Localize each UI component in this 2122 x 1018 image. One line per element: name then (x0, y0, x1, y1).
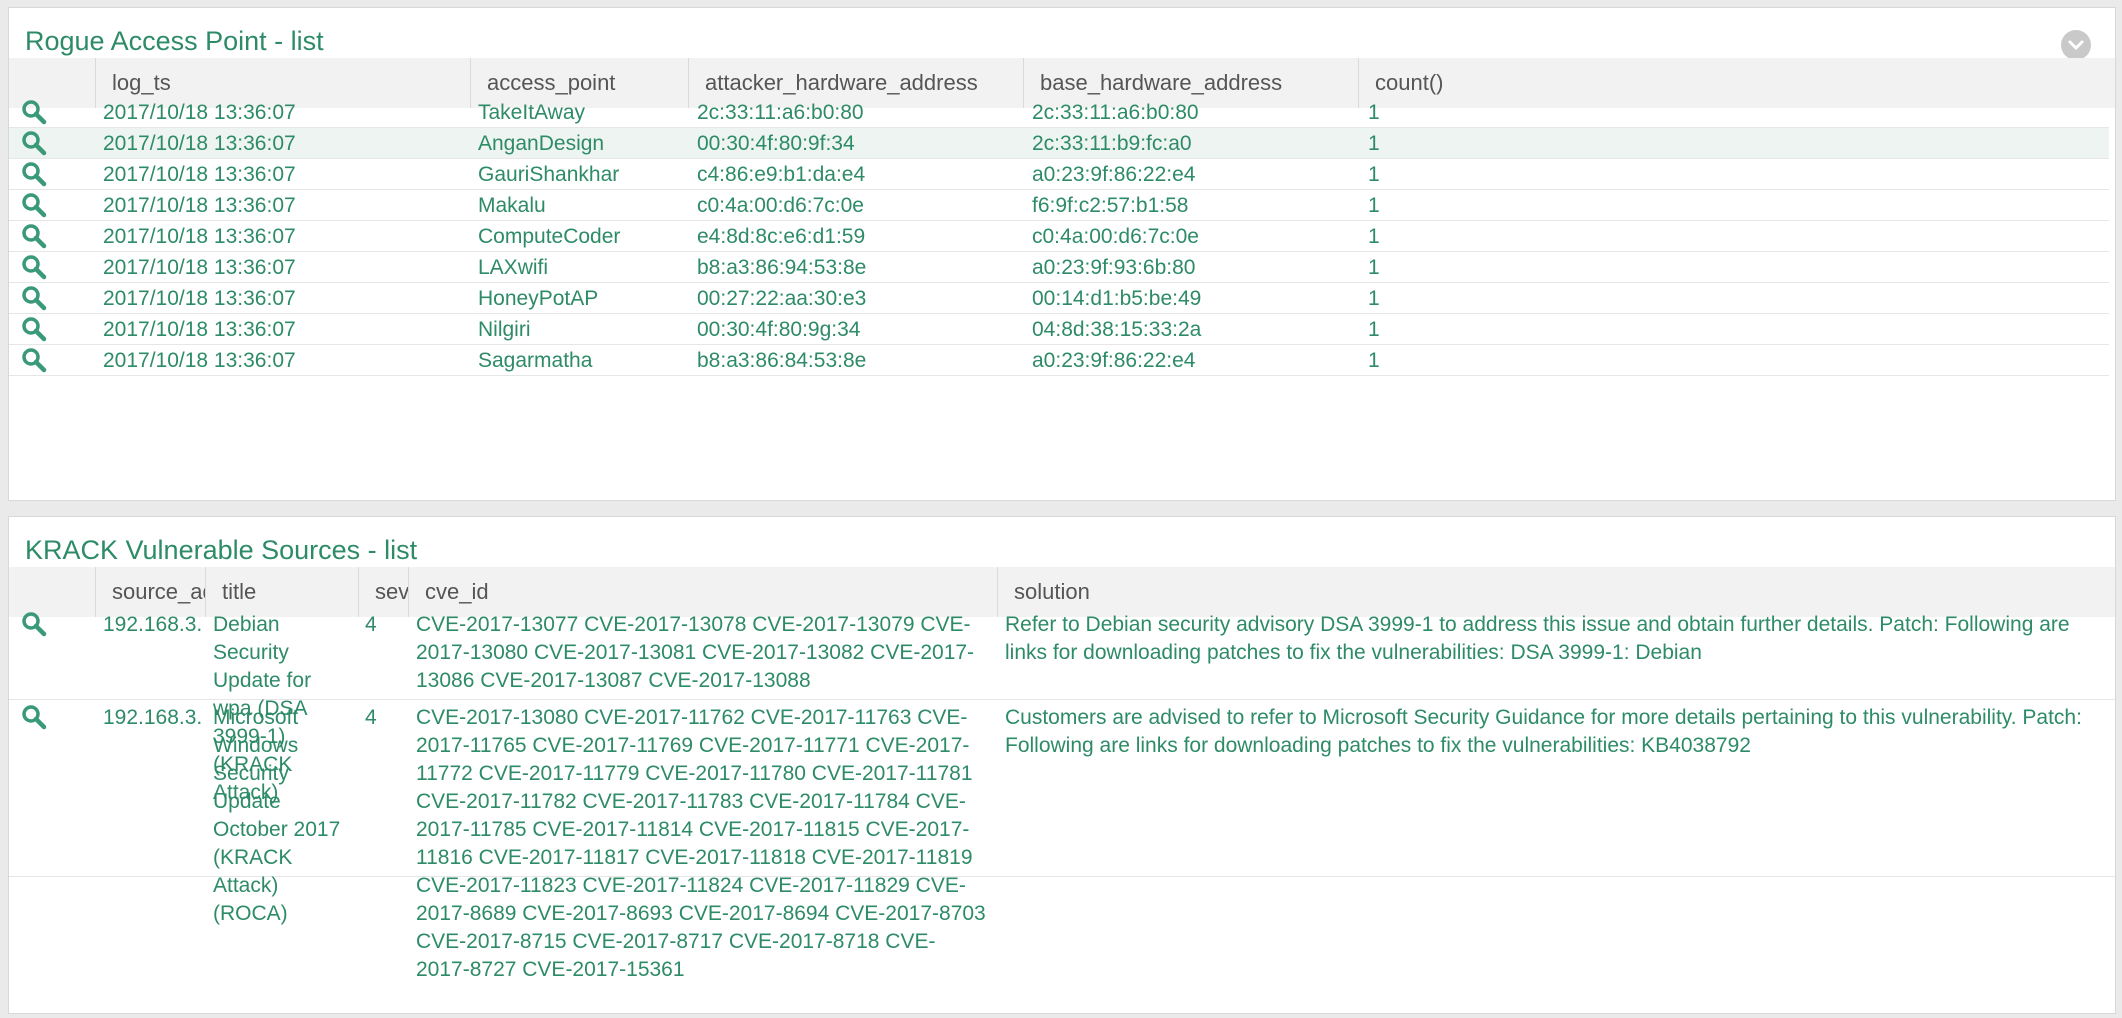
cell-severity: 4 (365, 706, 377, 729)
cell-attacker-hardware-address: 00:30:4f:80:9g:34 (697, 318, 861, 341)
magnifier-icon[interactable] (21, 223, 47, 249)
cell-access-point: Makalu (478, 194, 546, 217)
table-row[interactable]: 2017/10/18 13:36:07 AnganDesign 00:30:4f:8… (9, 128, 2109, 159)
cell-log-ts: 2017/10/18 13:36:07 (103, 256, 296, 279)
cell-base-hardware-address: a0:23:9f:93:6b:80 (1032, 256, 1196, 279)
cell-source-address: 192.168.3.2 (103, 706, 203, 729)
cell-source-address: 192.168.3.27 (103, 613, 203, 636)
cell-access-point: HoneyPotAP (478, 287, 599, 310)
cell-base-hardware-address: a0:23:9f:86:22:e4 (1032, 163, 1196, 186)
cell-log-ts: 2017/10/18 13:36:07 (103, 287, 296, 310)
panel-title: Rogue Access Point - list (25, 26, 324, 56)
cell-attacker-hardware-address: 00:30:4f:80:9f:34 (697, 132, 855, 155)
cell-count: 1 (1368, 349, 1380, 372)
table-row[interactable]: 192.168.3.27Debian Security Update for w… (9, 607, 2115, 804)
table-row[interactable]: 2017/10/18 13:36:07 Nilgiri 00:30:4f:80:9g… (9, 314, 2109, 345)
table-row[interactable]: 2017/10/18 13:36:07 LAXwifi b8:a3:86:94:53… (9, 252, 2109, 283)
magnifier-icon[interactable] (21, 192, 47, 218)
magnifier-icon[interactable] (21, 130, 47, 156)
cell-solution: Customers are advised to refer to Micros… (1005, 706, 2082, 757)
cell-attacker-hardware-address: e4:8d:8c:e6:d1:59 (697, 225, 866, 248)
magnifier-icon[interactable] (21, 285, 47, 311)
cell-access-point: GauriShankhar (478, 163, 620, 186)
cell-access-point: LAXwifi (478, 256, 549, 279)
cell-base-hardware-address: 2c:33:11:b9:fc:a0 (1032, 132, 1192, 155)
cell-base-hardware-address: 04:8d:38:15:33:2a (1032, 318, 1202, 341)
cell-access-point: ComputeCoder (478, 225, 621, 248)
cell-severity: 4 (365, 613, 377, 636)
cell-count: 1 (1368, 225, 1380, 248)
cell-access-point: AnganDesign (478, 132, 605, 155)
cell-base-hardware-address: a0:23:9f:86:22:e4 (1032, 349, 1196, 372)
panel-title: KRACK Vulnerable Sources - list (25, 535, 418, 565)
table-row[interactable]: 2017/10/18 13:36:07 Makalu c0:4a:00:d6:7c:… (9, 190, 2109, 221)
cell-access-point: TakeItAway (478, 101, 585, 124)
cell-cve-id: CVE-2017-13077 CVE-2017-13078 CVE-2017-1… (416, 613, 975, 692)
table-row[interactable]: 2017/10/18 13:36:07 Sagarmatha b8:a3:86:84… (9, 345, 2109, 376)
magnifier-icon[interactable] (21, 347, 47, 373)
cell-solution: Refer to Debian security advisory DSA 39… (1005, 613, 2070, 664)
cell-base-hardware-address: c0:4a:00:d6:7c:0e (1032, 225, 1199, 248)
table-row[interactable]: 2017/10/18 13:36:07 ComputeCoder e4:8d:8c:… (9, 221, 2109, 252)
cell-attacker-hardware-address: 00:27:22:aa:30:e3 (697, 287, 867, 310)
cell-log-ts: 2017/10/18 13:36:07 (103, 132, 296, 155)
cell-count: 1 (1368, 101, 1380, 124)
magnifier-icon[interactable] (21, 611, 47, 637)
cell-attacker-hardware-address: c4:86:e9:b1:da:e4 (697, 163, 866, 186)
chevron-down-icon[interactable] (2061, 30, 2091, 60)
krack-vulnerable-sources-panel: KRACK Vulnerable Sources - list source_a… (8, 516, 2116, 1014)
magnifier-icon[interactable] (21, 316, 47, 342)
magnifier-icon[interactable] (21, 161, 47, 187)
table-row[interactable]: 192.168.3.2 Microsoft Windows Security Up… (9, 700, 2115, 981)
cell-attacker-hardware-address: b8:a3:86:94:53:8e (697, 256, 867, 279)
cell-base-hardware-address: 00:14:d1:b5:be:49 (1032, 287, 1202, 310)
table-row[interactable]: 2017/10/18 13:36:07 GauriShankhar c4:86:e9… (9, 159, 2109, 190)
cell-attacker-hardware-address: c0:4a:00:d6:7c:0e (697, 194, 864, 217)
magnifier-icon[interactable] (21, 99, 47, 125)
cell-title: Microsoft Windows Security Update Octobe… (213, 706, 341, 925)
cell-log-ts: 2017/10/18 13:36:07 (103, 194, 296, 217)
cell-base-hardware-address: f6:9f:c2:57:b1:58 (1032, 194, 1189, 217)
rogue-access-point-panel: Rogue Access Point - list log_ts access_… (8, 7, 2116, 501)
cell-log-ts: 2017/10/18 13:36:07 (103, 318, 296, 341)
cell-attacker-hardware-address: 2c:33:11:a6:b0:80 (697, 101, 864, 124)
cell-base-hardware-address: 2c:33:11:a6:b0:80 (1032, 101, 1199, 124)
magnifier-icon[interactable] (21, 254, 47, 280)
cell-count: 1 (1368, 318, 1380, 341)
cell-count: 1 (1368, 194, 1380, 217)
table-row[interactable]: 2017/10/18 13:36:07 HoneyPotAP 00:27:22:aa… (9, 283, 2109, 314)
cell-access-point: Sagarmatha (478, 349, 593, 372)
cell-count: 1 (1368, 256, 1380, 279)
cell-count: 1 (1368, 287, 1380, 310)
cell-log-ts: 2017/10/18 13:36:07 (103, 349, 296, 372)
cell-log-ts: 2017/10/18 13:36:07 (103, 101, 296, 124)
cell-attacker-hardware-address: b8:a3:86:84:53:8e (697, 349, 867, 372)
magnifier-icon[interactable] (21, 704, 47, 730)
cell-count: 1 (1368, 163, 1380, 186)
cell-cve-id: CVE-2017-13080 CVE-2017-11762 CVE-2017-1… (416, 706, 986, 981)
cell-access-point: Nilgiri (478, 318, 531, 341)
table-row[interactable]: 2017/10/18 13:36:07 TakeItAway 2c:33:11:a6… (9, 97, 2109, 128)
cell-log-ts: 2017/10/18 13:36:07 (103, 225, 296, 248)
cell-count: 1 (1368, 132, 1380, 155)
cell-log-ts: 2017/10/18 13:36:07 (103, 163, 296, 186)
